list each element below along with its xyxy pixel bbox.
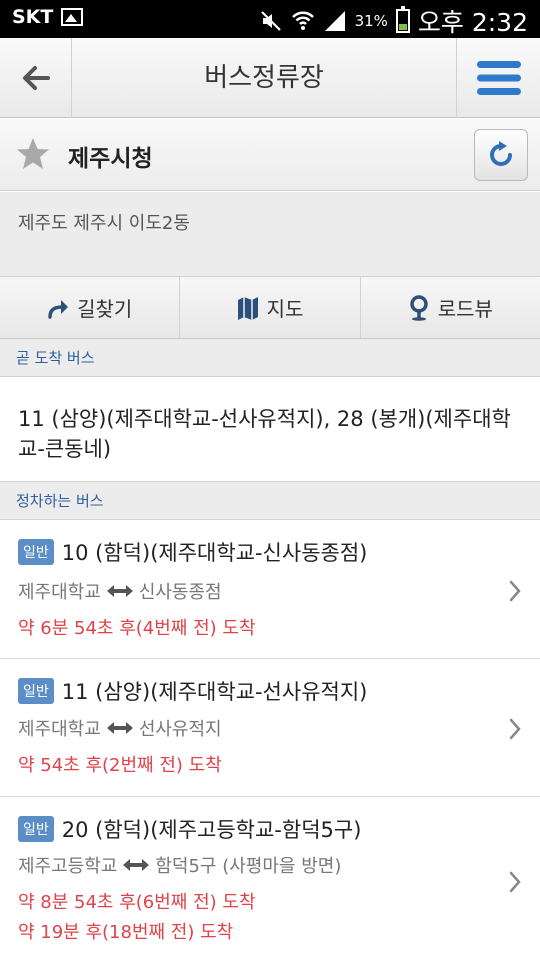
bus-type-badge: 일반 [18, 678, 54, 704]
address-panel: 제주도 제주시 이도2동 [0, 192, 540, 277]
menu-icon [476, 61, 521, 95]
bidirectional-arrow-icon [123, 859, 150, 871]
route-from: 제주대학교 [18, 582, 101, 603]
page-title: 버스정류장 [204, 63, 324, 93]
carrier-label: SKT [12, 6, 54, 28]
status-bar: SKT 31% 오후 2:32 [0, 0, 540, 38]
map-icon [237, 296, 258, 320]
map-label: 지도 [266, 297, 304, 321]
chevron-right-icon [509, 871, 521, 893]
back-button[interactable] [0, 38, 72, 118]
clock: 오후 2:32 [417, 8, 528, 37]
arriving-soon-list: 11 (삼양)(제주대학교-선사유적지), 28 (봉개)(제주대학교-큰동네) [0, 378, 540, 482]
arrival-info: 약 6분 54초 후(4번째 전) 도착 [18, 618, 256, 639]
arriving-soon-text: 11 (삼양)(제주대학교-선사유적지), 28 (봉개)(제주대학교-큰동네) [18, 407, 511, 461]
bus-name: 11 (삼양)(제주대학교-선사유적지) [61, 680, 368, 704]
signal-icon [324, 11, 345, 31]
bidirectional-arrow-icon [106, 722, 133, 734]
bus-list-item[interactable]: 일반 10 (함덕)(제주대학교-신사동종점) 제주대학교 신사동종점 약 6분… [0, 521, 540, 659]
menu-button[interactable] [456, 38, 540, 118]
route-to: 함덕5구 (사평마을 방면) [155, 856, 342, 877]
battery-percent: 31% [354, 12, 388, 30]
arrival-info: 약 54초 후(2번째 전) 도착 [18, 755, 222, 776]
wifi-icon [291, 11, 314, 30]
stop-header: 제주시청 [0, 119, 540, 191]
arrival-info: 약 8분 54초 후(6번째 전) 도착 [18, 892, 256, 913]
section-header-stopping: 정차하는 버스 [0, 482, 540, 520]
bus-name: 20 (함덕)(제주고등학교-함덕5구) [61, 818, 362, 842]
refresh-button[interactable] [474, 129, 528, 181]
route-from: 제주고등학교 [18, 856, 118, 877]
roadview-button[interactable]: 로드뷰 [361, 277, 540, 338]
chevron-right-icon [509, 718, 521, 740]
stop-name: 제주시청 [68, 146, 153, 172]
bus-name: 10 (함덕)(제주대학교-신사동종점) [61, 541, 368, 565]
directions-icon [48, 299, 69, 319]
map-button[interactable]: 지도 [180, 277, 361, 338]
directions-button[interactable]: 길찾기 [0, 277, 181, 338]
action-bar: 길찾기 지도 로드뷰 [0, 277, 540, 339]
battery-icon [395, 6, 410, 33]
bus-list-item[interactable]: 일반 20 (함덕)(제주고등학교-함덕5구) 제주고등학교 함덕5구 (사평마… [0, 798, 540, 960]
refresh-icon [490, 141, 512, 166]
image-icon [61, 8, 84, 26]
bidirectional-arrow-icon [106, 585, 133, 597]
bus-type-badge: 일반 [18, 539, 54, 565]
chevron-right-icon [509, 580, 521, 602]
back-arrow-icon [22, 66, 50, 90]
bus-list-item[interactable]: 일반 11 (삼양)(제주대학교-선사유적지) 제주대학교 선사유적지 약 54… [0, 660, 540, 797]
roadview-label: 로드뷰 [437, 297, 493, 321]
route-to: 신사동종점 [138, 582, 222, 603]
app-header: 버스정류장 [0, 38, 540, 118]
route-from: 제주대학교 [18, 719, 101, 740]
mute-icon [260, 11, 281, 31]
route-to: 선사유적지 [138, 719, 222, 740]
roadview-pin-icon [409, 294, 428, 321]
section-header-arriving-soon: 곧 도착 버스 [0, 339, 540, 377]
bus-type-badge: 일반 [18, 816, 54, 842]
stop-address: 제주도 제주시 이도2동 [18, 213, 190, 234]
arrival-info: 약 19분 후(18번째 전) 도착 [18, 922, 234, 943]
star-icon[interactable] [16, 137, 50, 171]
directions-label: 길찾기 [77, 297, 133, 321]
